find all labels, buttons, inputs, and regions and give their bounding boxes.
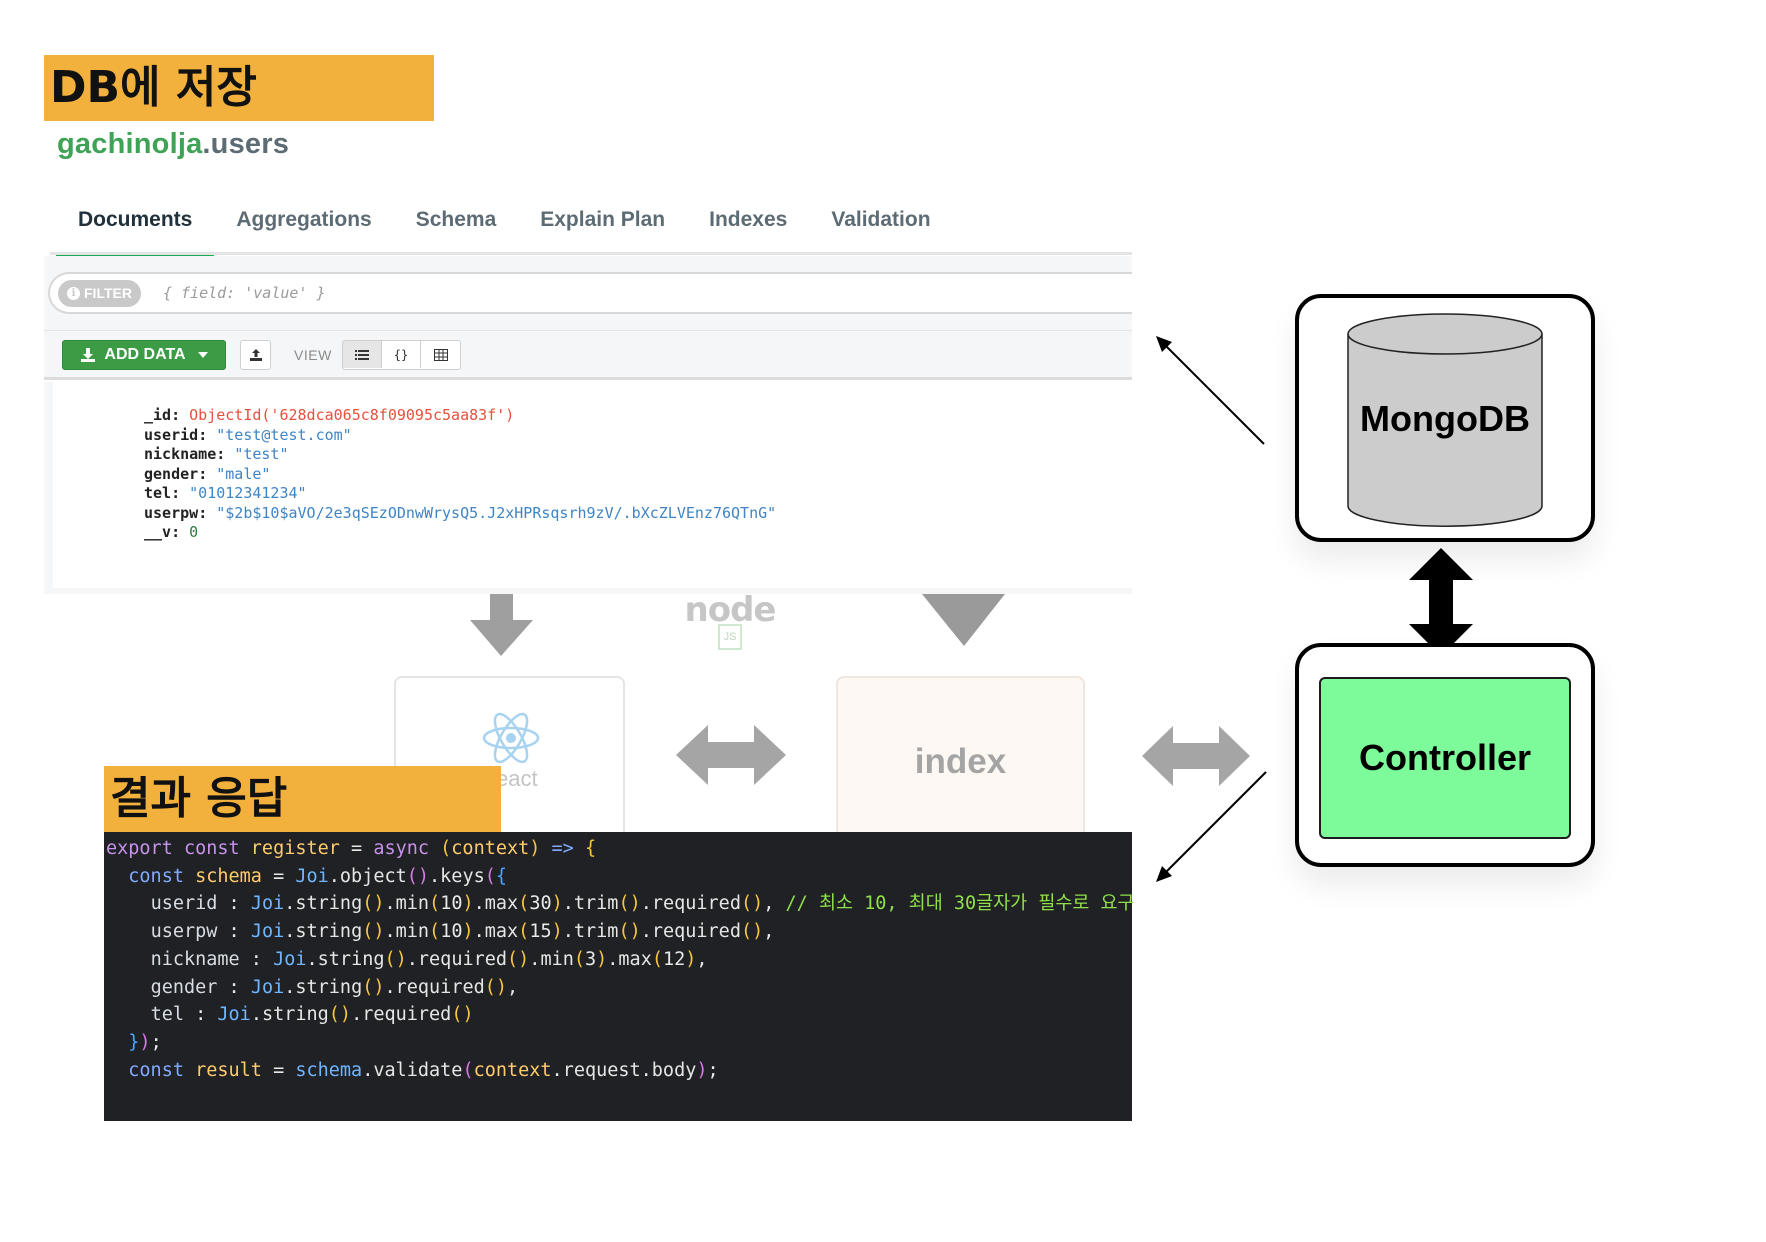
json-icon: {} xyxy=(393,347,409,362)
section-label-db-save: DB에 저장 xyxy=(44,55,434,121)
code-line: gender : Joi.string().required(), xyxy=(150,976,519,998)
double-arrow-react-index xyxy=(676,725,786,785)
code-lines: export const register = async (context) … xyxy=(106,835,1135,1084)
index-box: index xyxy=(836,676,1085,846)
react-label: eact xyxy=(496,766,538,791)
json-view-button[interactable]: {} xyxy=(382,341,421,368)
document-fields: _id: ObjectId('628dca065c8f09095c5aa83f'… xyxy=(144,406,776,543)
mongodb-label: MongoDB xyxy=(1360,398,1530,439)
field-tel: tel: "01012341234" xyxy=(144,484,307,502)
view-label: VIEW xyxy=(294,347,332,363)
download-icon xyxy=(81,348,96,362)
code-panel: export const register = async (context) … xyxy=(104,832,1135,1121)
table-view-button[interactable] xyxy=(421,341,460,368)
export-button[interactable] xyxy=(240,340,271,370)
double-arrow-vertical xyxy=(1409,548,1473,656)
tab-aggregations[interactable]: Aggregations xyxy=(214,200,393,240)
field-id: _id: ObjectId('628dca065c8f09095c5aa83f'… xyxy=(144,406,515,424)
section-label-result-response: 결과 응답 xyxy=(104,766,501,832)
arrow-to-code xyxy=(1156,771,1267,882)
diagonal-arrows xyxy=(1156,336,1267,882)
index-label: index xyxy=(914,742,1007,781)
code-line: }); xyxy=(128,1031,162,1053)
add-data-label: ADD DATA xyxy=(104,346,186,363)
document-panel: _id: ObjectId('628dca065c8f09095c5aa83f'… xyxy=(44,382,1132,594)
code-line: tel : Joi.string().required() xyxy=(150,1004,474,1026)
field-v: __v: 0 xyxy=(144,523,199,541)
code-line: const result = schema.validate(context.r… xyxy=(128,1059,719,1081)
upload-icon xyxy=(249,349,262,361)
tab-explain-plan[interactable]: Explain Plan xyxy=(518,200,687,240)
code-line: const schema = Joi.object().keys({ xyxy=(128,865,508,887)
field-userid: userid: "test@test.com" xyxy=(144,425,352,444)
collection-title: gachinolja.users xyxy=(57,128,289,161)
react-icon xyxy=(482,712,540,764)
node-logo: node JS xyxy=(675,590,785,650)
view-toggle-group: {} xyxy=(342,340,461,370)
tab-indexes[interactable]: Indexes xyxy=(687,200,809,240)
filter-input[interactable]: { field: 'value' } xyxy=(163,284,326,302)
tab-validation[interactable]: Validation xyxy=(809,200,952,240)
table-icon xyxy=(433,348,448,361)
collection-tabs: Documents Aggregations Schema Explain Pl… xyxy=(56,200,953,258)
filter-pill[interactable]: i FILTER xyxy=(58,279,141,307)
node-js-badge: JS xyxy=(718,624,742,650)
code-line: export const register = async (context) … xyxy=(106,838,597,859)
field-userpw: userpw: "$2b$10$aVO/2e3qSEzODnwWrysQ5.J2… xyxy=(144,503,777,522)
tab-documents[interactable]: Documents xyxy=(56,200,215,258)
collection-name: .users xyxy=(202,128,290,160)
field-gender: gender: "male" xyxy=(144,464,271,483)
down-arrow-left xyxy=(470,594,533,656)
tab-divider xyxy=(50,252,1132,255)
code-line: userpw : Joi.string().min(10).max(15).tr… xyxy=(150,921,775,943)
controller-box: Controller xyxy=(1295,643,1595,867)
code-line: userid : Joi.string().min(10).max(30).tr… xyxy=(150,893,1135,915)
controller-label: Controller xyxy=(1358,737,1531,778)
tab-schema[interactable]: Schema xyxy=(394,200,519,240)
chevron-down-icon xyxy=(197,352,208,358)
filter-label: FILTER xyxy=(84,284,132,301)
list-view-button[interactable] xyxy=(343,341,382,368)
code-line: nickname : Joi.string().required().min(3… xyxy=(150,948,708,970)
info-icon: i xyxy=(67,286,80,300)
database-name: gachinolja xyxy=(57,128,203,160)
filter-bar[interactable]: i FILTER { field: 'value' } xyxy=(48,272,1132,314)
list-icon xyxy=(355,349,369,360)
arrow-to-document xyxy=(1156,336,1265,445)
field-nickname: nickname: "test" xyxy=(144,445,289,463)
controller-inner: Controller xyxy=(1319,677,1571,839)
add-data-button[interactable]: ADD DATA xyxy=(62,340,226,370)
down-arrow-right xyxy=(922,594,1005,646)
